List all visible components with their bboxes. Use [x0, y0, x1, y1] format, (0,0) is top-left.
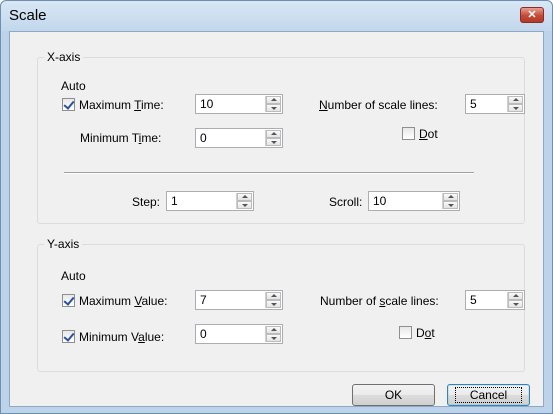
x-dot-checkbox[interactable] [402, 127, 415, 140]
x-scale-lines-label: Number of scale lines: [319, 98, 438, 112]
x-max-time-checkbox[interactable] [62, 98, 75, 111]
x-step-value: 1 [171, 194, 178, 208]
y-max-value-label[interactable]: Maximum Value: [79, 294, 168, 308]
dialog-title: Scale [9, 7, 47, 24]
x-dot-label-post: ot [427, 127, 438, 141]
x-axis-legend: X-axis [44, 50, 84, 64]
y-scale-lines-input[interactable]: 5 [465, 290, 525, 310]
ok-button-label: OK [384, 388, 403, 402]
y-max-value-input[interactable]: 7 [195, 290, 283, 310]
close-icon: ✕ [527, 9, 537, 21]
x-dot-label-mnemonic: D [419, 127, 428, 141]
y-dot-label-pre: D [416, 326, 425, 340]
x-step-spinner[interactable] [236, 193, 252, 209]
dialog-client-area: X-axis Auto Maximum Time: 10 Minimum Tim… [9, 31, 544, 407]
spin-down-icon[interactable] [266, 334, 281, 342]
spin-up-icon[interactable] [266, 326, 281, 334]
x-max-time-input[interactable]: 10 [195, 94, 283, 114]
spin-up-icon[interactable] [237, 193, 252, 201]
title-bar[interactable]: Scale ✕ [1, 1, 552, 31]
x-scale-lines-spinner[interactable] [507, 96, 523, 112]
spin-down-icon[interactable] [266, 138, 281, 146]
y-min-value-spinner[interactable] [265, 326, 281, 342]
y-max-value-label-post: alue: [141, 294, 168, 308]
y-scale-lines-spinner[interactable] [507, 292, 523, 308]
y-scale-lines-label-pre: Number of [320, 294, 380, 308]
y-max-value-spinner[interactable] [265, 292, 281, 308]
spin-up-icon[interactable] [443, 193, 458, 201]
x-axis-divider [64, 172, 474, 174]
x-max-time-label[interactable]: Maximum Time: [79, 98, 164, 112]
spin-up-icon[interactable] [266, 292, 281, 300]
x-min-time-label: Minimum Time: [80, 131, 161, 145]
x-min-time-value: 0 [200, 131, 207, 145]
y-scale-lines-value: 5 [470, 293, 477, 307]
spin-up-icon[interactable] [508, 292, 523, 300]
spin-down-icon[interactable] [266, 300, 281, 308]
spin-down-icon[interactable] [508, 104, 523, 112]
x-max-time-label-post: ime: [141, 98, 164, 112]
x-min-time-input[interactable]: 0 [195, 128, 283, 148]
y-auto-label: Auto [61, 269, 86, 283]
y-dot-label-post: t [431, 326, 435, 340]
cancel-button[interactable]: Cancel [447, 384, 530, 406]
y-scale-lines-label-post: cale lines: [385, 294, 439, 308]
spin-up-icon[interactable] [508, 96, 523, 104]
y-dot-checkbox[interactable] [399, 326, 412, 339]
x-auto-label: Auto [61, 79, 86, 93]
spin-up-icon[interactable] [266, 96, 281, 104]
x-scale-lines-input[interactable]: 5 [465, 94, 525, 114]
x-scale-lines-label-mnemonic: N [319, 98, 328, 112]
x-min-time-label-pre: Minimum T [80, 131, 139, 145]
y-scale-lines-label: Number of scale lines: [320, 294, 439, 308]
x-scroll-value: 10 [373, 194, 387, 208]
y-max-value-label-pre: Maximum [79, 294, 135, 308]
x-max-time-spinner[interactable] [265, 96, 281, 112]
x-step-input[interactable]: 1 [166, 191, 254, 211]
y-min-value-value: 0 [200, 327, 207, 341]
spin-down-icon[interactable] [237, 201, 252, 209]
y-axis-legend: Y-axis [44, 237, 83, 251]
cancel-button-label: Cancel [454, 387, 523, 403]
y-min-value-label[interactable]: Minimum Value: [79, 330, 164, 344]
spin-up-icon[interactable] [266, 130, 281, 138]
y-min-value-input[interactable]: 0 [195, 324, 283, 344]
spin-down-icon[interactable] [508, 300, 523, 308]
x-min-time-spinner[interactable] [265, 130, 281, 146]
x-max-time-value: 10 [200, 97, 214, 111]
x-max-time-label-pre: Maximum [79, 98, 135, 112]
x-scale-lines-label-post: umber of scale lines: [327, 98, 438, 112]
y-min-value-checkbox[interactable] [62, 330, 75, 343]
x-scale-lines-value: 5 [470, 97, 477, 111]
x-scroll-input[interactable]: 10 [368, 191, 460, 211]
spin-down-icon[interactable] [443, 201, 458, 209]
x-max-time-label-mnemonic: T [134, 98, 142, 112]
y-min-value-label-mnemonic: a [138, 330, 145, 344]
x-scroll-label: Scroll: [329, 195, 363, 209]
y-max-value-checkbox[interactable] [62, 294, 75, 307]
y-min-value-label-post: lue: [144, 330, 165, 344]
spin-down-icon[interactable] [266, 104, 281, 112]
y-max-value-value: 7 [200, 293, 207, 307]
close-button[interactable]: ✕ [520, 7, 544, 23]
ok-button[interactable]: OK [352, 384, 435, 406]
x-scroll-spinner[interactable] [442, 193, 458, 209]
x-min-time-label-post: me: [141, 131, 162, 145]
x-step-label: Step: [132, 195, 161, 209]
y-min-value-label-pre: Minimum V [79, 330, 139, 344]
y-dot-label[interactable]: Dot [416, 326, 435, 340]
scale-dialog: Scale ✕ X-axis Auto Maximum Time: 10 Min… [0, 0, 553, 414]
x-dot-label[interactable]: Dot [419, 127, 438, 141]
